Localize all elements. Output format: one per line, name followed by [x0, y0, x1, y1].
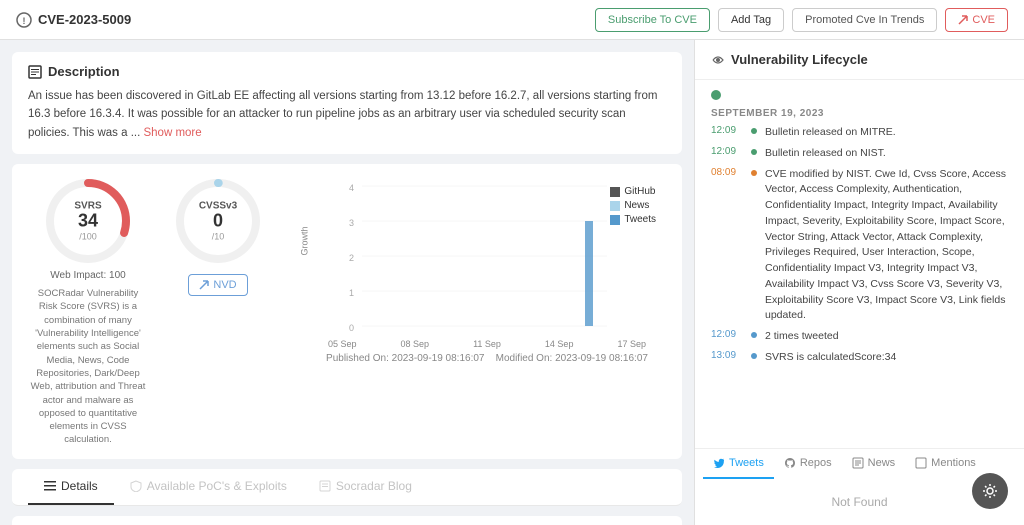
references-card: References Reference Link Mitre https://…: [12, 516, 682, 525]
svg-text:4: 4: [349, 183, 354, 193]
social-tab-repos[interactable]: Repos: [774, 449, 842, 479]
show-more-link[interactable]: Show more: [143, 127, 201, 139]
growth-label: Growth: [300, 227, 310, 256]
add-tag-button[interactable]: Add Tag: [718, 8, 784, 32]
chart-x-labels: 05 Sep 08 Sep 11 Sep 14 Sep 17 Sep: [308, 339, 666, 349]
time-label: 13:09: [711, 350, 743, 361]
mentions-icon: [915, 457, 927, 469]
left-panel: Description An issue has been discovered…: [0, 40, 694, 525]
web-impact-label: Web Impact: 100: [50, 270, 125, 281]
timeline-item: 12:09 2 times tweeted: [711, 329, 1008, 345]
svg-text:1: 1: [349, 288, 354, 298]
timeline-events: 12:09 Bulletin released on MITRE. 12:09 …: [711, 125, 1008, 366]
social-tab-tweets[interactable]: Tweets: [703, 449, 774, 479]
description-icon: [28, 65, 42, 79]
time-label: 12:09: [711, 146, 743, 157]
twitter-icon: [713, 457, 725, 469]
subscribe-button[interactable]: Subscribe To CVE: [595, 8, 710, 32]
timeline-item: 08:09 CVE modified by NIST. Cwe Id, Cvss…: [711, 167, 1008, 325]
shield-icon: [130, 480, 142, 492]
timeline-item: 13:09 SVRS is calculatedScore:34: [711, 350, 1008, 366]
active-dot: [711, 90, 721, 100]
description-text: An issue has been discovered in GitLab E…: [28, 87, 666, 142]
promote-button[interactable]: Promoted Cve In Trends: [792, 8, 937, 32]
blog-icon: [319, 480, 331, 492]
list-icon: [44, 480, 56, 492]
lifecycle-header: Vulnerability Lifecycle: [695, 40, 1024, 80]
cve-icon: !: [16, 12, 32, 28]
social-tab-news[interactable]: News: [842, 449, 906, 479]
tab-poc[interactable]: Available PoC's & Exploits: [114, 469, 303, 505]
lifecycle-icon: [711, 53, 725, 67]
description-card: Description An issue has been discovered…: [12, 52, 682, 154]
svg-text:3: 3: [349, 218, 354, 228]
github-icon: [784, 457, 796, 469]
legend-tweets: Tweets: [610, 214, 656, 225]
cvss-gauge: CVSSv3 0 /10: [173, 176, 263, 266]
timeline-item: 12:09 Bulletin released on NIST.: [711, 146, 1008, 162]
news-dot: [610, 201, 620, 211]
timeline-dot: [751, 332, 757, 338]
time-label: 08:09: [711, 167, 743, 178]
svg-text:2: 2: [349, 253, 354, 263]
timeline-dot: [751, 353, 757, 359]
event-text: Bulletin released on NIST.: [765, 146, 1008, 162]
description-title: Description: [28, 64, 666, 79]
external-link-icon: [958, 15, 968, 25]
svrs-gauge: SVRS 34 /100: [43, 176, 133, 266]
event-text: 2 times tweeted: [765, 329, 1008, 345]
chart-legend: GitHub News Tweets: [610, 186, 656, 225]
svrs-container: SVRS 34 /100 Web Impact: 100 SOCRadar Vu…: [28, 176, 148, 447]
cve-button[interactable]: CVE: [945, 8, 1008, 32]
external-link-icon-nvd: [199, 280, 209, 290]
cve-title: CVE-2023-5009: [38, 12, 131, 27]
timeline-dot: [751, 128, 757, 134]
right-panel: Vulnerability Lifecycle SEPTEMBER 19, 20…: [694, 40, 1024, 525]
gear-icon: [982, 483, 998, 499]
event-text: Bulletin released on MITRE.: [765, 125, 1008, 141]
page-title: ! CVE-2023-5009: [16, 12, 587, 28]
tab-blog[interactable]: Socradar Blog: [303, 469, 428, 505]
tab-details[interactable]: Details: [28, 469, 114, 505]
date-group-title: SEPTEMBER 19, 2023: [711, 108, 1008, 119]
timeline-dot: [751, 149, 757, 155]
svg-text:!: !: [23, 16, 26, 26]
svg-text:0: 0: [349, 323, 354, 333]
chart-section: Growth 0 1 2 3 4: [288, 176, 666, 364]
social-tab-mentions[interactable]: Mentions: [905, 449, 986, 479]
legend-news: News: [610, 200, 656, 211]
time-label: 12:09: [711, 125, 743, 136]
cvss-container: CVSSv3 0 /10 NVD: [158, 176, 278, 296]
settings-fab[interactable]: [972, 473, 1008, 509]
top-bar: ! CVE-2023-5009 Subscribe To CVE Add Tag…: [0, 0, 1024, 40]
timeline-item: 12:09 Bulletin released on MITRE.: [711, 125, 1008, 141]
timeline-dot: [751, 170, 757, 176]
event-text: CVE modified by NIST. Cwe Id, Cvss Score…: [765, 167, 1008, 325]
tabs-bar: Details Available PoC's & Exploits Socra…: [12, 469, 682, 506]
metrics-row: SVRS 34 /100 Web Impact: 100 SOCRadar Vu…: [12, 164, 682, 459]
social-tabs-bar: Tweets Repos News: [695, 448, 1024, 479]
chart-dates: Published On: 2023-09-19 08:16:07 Modifi…: [308, 353, 666, 364]
svrs-description: SOCRadar Vulnerability Risk Score (SVRS)…: [28, 287, 148, 447]
tweets-dot: [610, 215, 620, 225]
lifecycle-content: SEPTEMBER 19, 2023 12:09 Bulletin releas…: [695, 80, 1024, 448]
action-buttons: Subscribe To CVE Add Tag Promoted Cve In…: [595, 8, 1008, 32]
event-text: SVRS is calculatedScore:34: [765, 350, 1008, 366]
nvd-button[interactable]: NVD: [188, 274, 247, 296]
news-icon: [852, 457, 864, 469]
time-label: 12:09: [711, 329, 743, 340]
legend-github: GitHub: [610, 186, 656, 197]
github-dot: [610, 187, 620, 197]
